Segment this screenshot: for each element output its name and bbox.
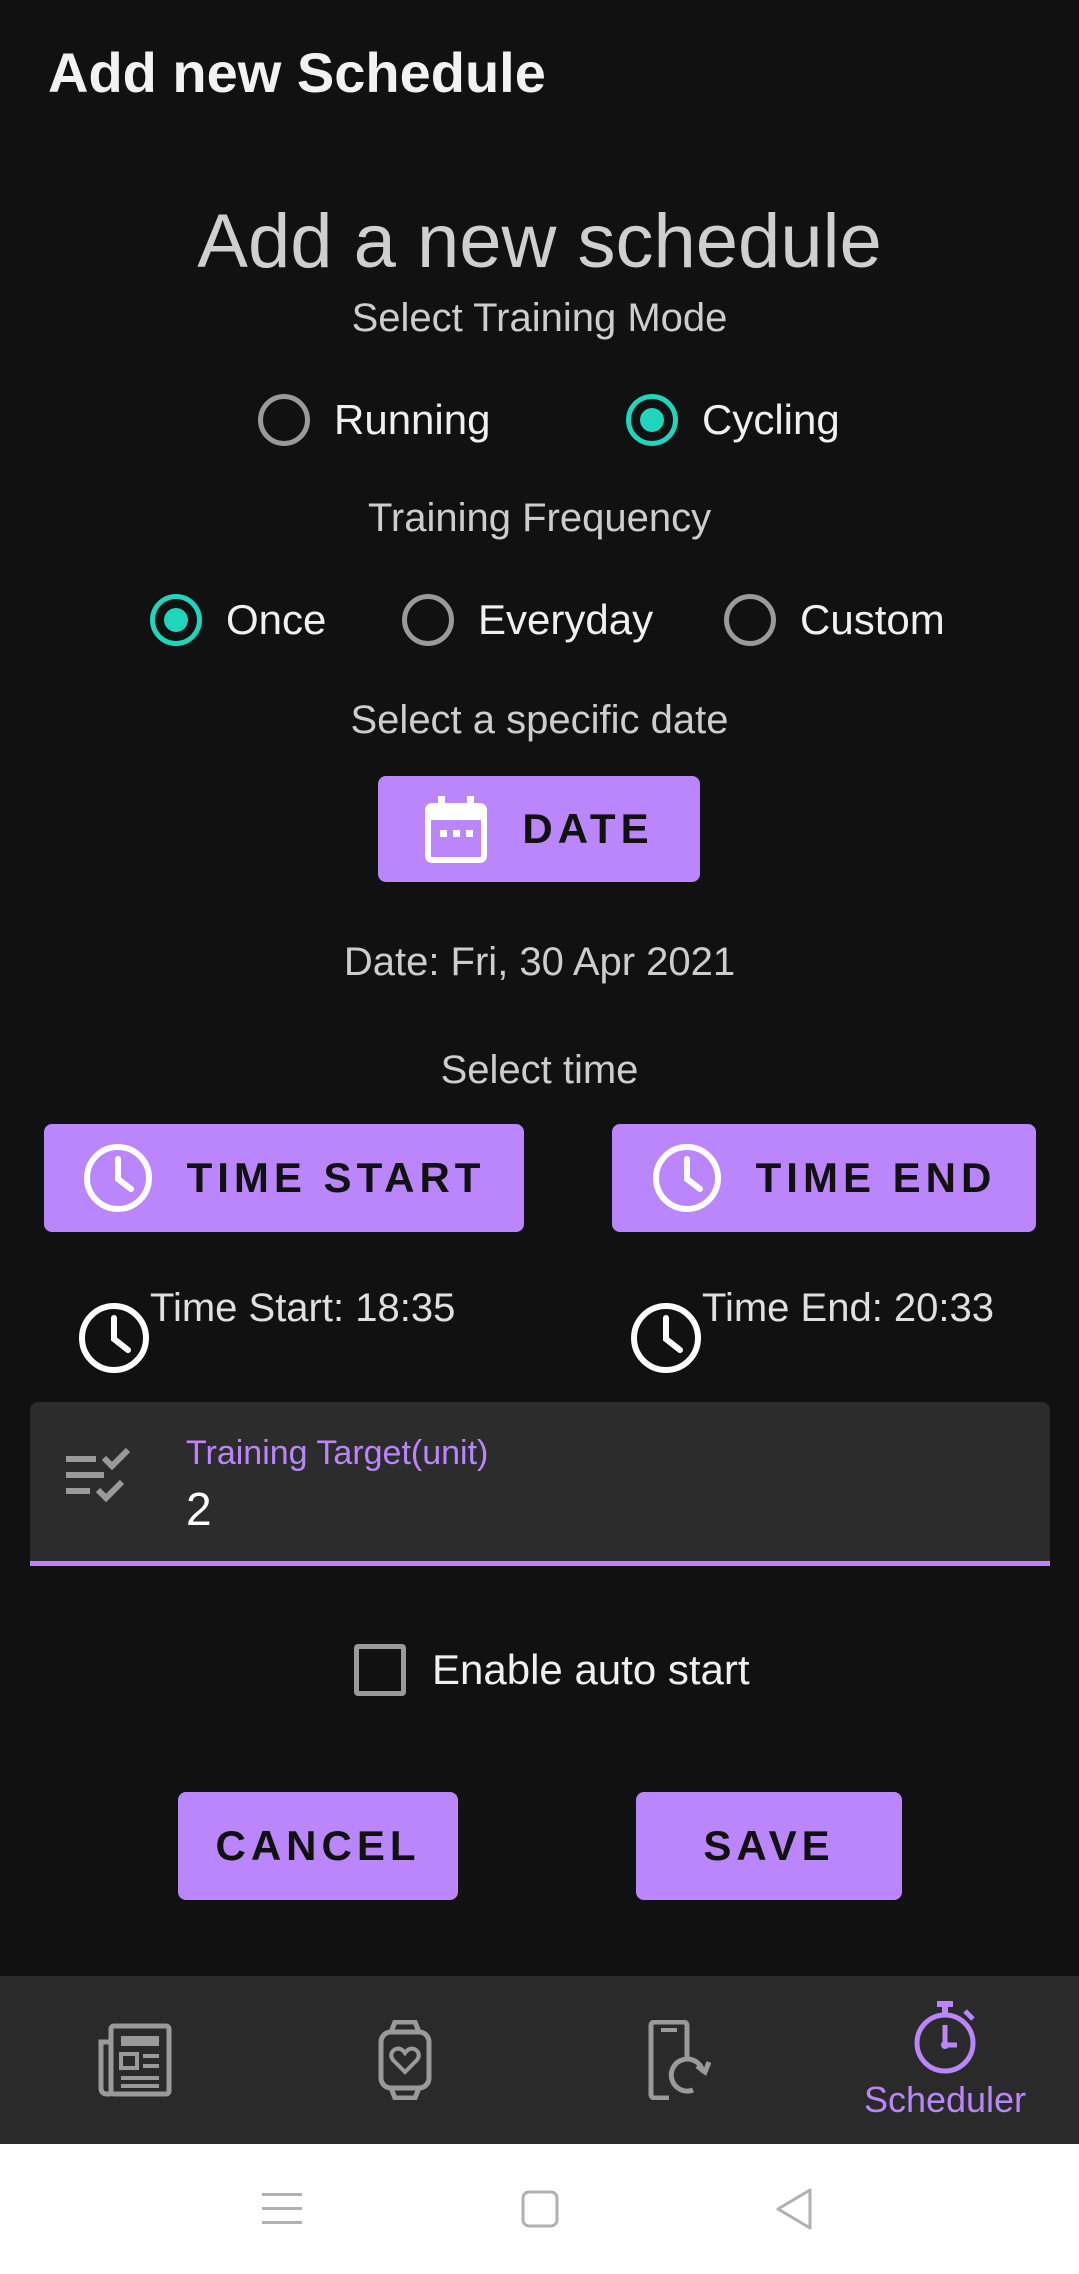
time-end-button-label: TIME END	[755, 1154, 997, 1201]
nav-item-news[interactable]	[60, 1976, 210, 2144]
time-start-info: Time Start: 18:35	[78, 1286, 455, 1374]
time-end-info: Time End: 20:33	[630, 1286, 994, 1374]
radio-label-cycling: Cycling	[702, 396, 840, 443]
training-mode-label: Select Training Mode	[351, 296, 728, 340]
time-start-value: Time Start: 18:35	[150, 1286, 456, 1330]
radio-circle	[724, 594, 776, 646]
calendar-icon	[424, 794, 488, 864]
save-button-label: SAVE	[703, 1822, 835, 1869]
back-triangle-icon	[776, 2188, 812, 2230]
clock-icon	[79, 1303, 149, 1373]
system-back-button[interactable]	[752, 2144, 836, 2274]
radio-everyday[interactable]: Everyday	[402, 594, 653, 646]
radio-circle	[150, 594, 202, 646]
stopwatch-icon	[914, 2001, 976, 2074]
system-home-button[interactable]	[498, 2144, 582, 2274]
radio-circle	[626, 394, 678, 446]
radio-label-custom: Custom	[800, 596, 945, 643]
time-start-button-label: TIME START	[186, 1154, 486, 1201]
time-prompt: Select time	[440, 1048, 639, 1092]
training-target-label: Training Target(unit)	[186, 1434, 489, 1472]
radio-label-everyday: Everyday	[478, 596, 654, 643]
smartwatch-heart-icon	[378, 2020, 432, 2100]
checkbox-box	[354, 1644, 406, 1696]
radio-once[interactable]: Once	[150, 594, 326, 646]
nav-item-watch[interactable]	[330, 1976, 480, 2144]
bottom-nav: Scheduler	[0, 1976, 1079, 2144]
radio-circle	[402, 594, 454, 646]
nav-item-scheduler[interactable]: Scheduler	[846, 1976, 1044, 2144]
app-bar-title: Add new Schedule	[48, 41, 546, 104]
system-nav-bar	[0, 2144, 1079, 2274]
radio-custom[interactable]: Custom	[724, 594, 945, 646]
training-target-field[interactable]: Training Target(unit) 2	[30, 1402, 1050, 1566]
nav-label-scheduler: Scheduler	[863, 2079, 1027, 2120]
system-menu-button[interactable]	[240, 2144, 324, 2274]
date-button[interactable]: DATE	[378, 776, 700, 882]
cancel-button[interactable]: CANCEL	[178, 1792, 458, 1900]
radio-label-once: Once	[226, 596, 327, 643]
date-button-label: DATE	[522, 805, 654, 852]
cancel-button-label: CANCEL	[215, 1822, 421, 1869]
clock-icon	[631, 1303, 701, 1373]
phone-refresh-icon	[648, 2020, 711, 2100]
time-end-value: Time End: 20:33	[702, 1286, 995, 1330]
menu-icon	[262, 2193, 302, 2224]
date-prompt: Select a specific date	[350, 698, 729, 742]
radio-running[interactable]: Running	[258, 394, 490, 446]
radio-label-running: Running	[334, 396, 491, 443]
page-heading: Add a new schedule	[197, 199, 882, 284]
training-target-input[interactable]: 2	[186, 1482, 212, 1536]
newspaper-icon	[98, 2023, 172, 2097]
checklist-icon	[64, 1446, 140, 1511]
nav-item-sync[interactable]	[604, 1976, 754, 2144]
clock-icon	[652, 1143, 722, 1213]
clock-icon	[83, 1143, 153, 1213]
time-start-button[interactable]: TIME START	[44, 1124, 524, 1232]
radio-cycling[interactable]: Cycling	[626, 394, 840, 446]
home-square-icon	[521, 2190, 559, 2228]
auto-start-label: Enable auto start	[432, 1646, 750, 1693]
save-button[interactable]: SAVE	[636, 1792, 902, 1900]
training-frequency-label: Training Frequency	[367, 496, 712, 540]
date-value: Date: Fri, 30 Apr 2021	[343, 940, 736, 984]
time-end-button[interactable]: TIME END	[612, 1124, 1036, 1232]
auto-start-checkbox[interactable]: Enable auto start	[354, 1644, 750, 1696]
radio-circle	[258, 394, 310, 446]
